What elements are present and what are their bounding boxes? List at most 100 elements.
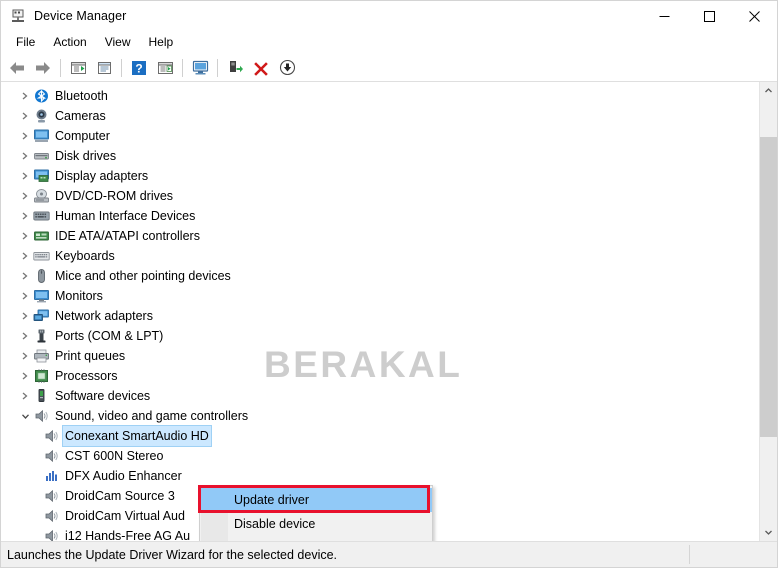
tree-node-keyboards[interactable]: Keyboards (1, 246, 759, 266)
properties-button[interactable] (92, 56, 116, 79)
tree-node-computer[interactable]: Computer (1, 126, 759, 146)
ctx-uninstall-device[interactable]: Uninstall device (200, 536, 432, 541)
tree-node-label: Network adapters (55, 309, 153, 323)
tree-node-sound-video-and-game-controllers[interactable]: Sound, video and game controllers (1, 406, 759, 426)
red-highlight-annotation (198, 485, 430, 513)
chevron-right-icon[interactable] (17, 346, 33, 366)
tree-node-label: Conexant SmartAudio HD (62, 425, 212, 447)
speaker-icon (43, 448, 60, 464)
scrollbar-thumb[interactable] (760, 137, 777, 437)
menu-help[interactable]: Help (140, 33, 183, 52)
tree-node-software-devices[interactable]: Software devices (1, 386, 759, 406)
monitor-icon (33, 288, 50, 304)
keyboard-icon (33, 248, 50, 264)
vertical-scrollbar[interactable] (759, 82, 777, 541)
tree-node-label: Sound, video and game controllers (55, 409, 249, 423)
tree-node-conexant-smartaudio-hd[interactable]: Conexant SmartAudio HD (1, 425, 759, 447)
computer-icon (33, 128, 50, 144)
chevron-right-icon[interactable] (17, 386, 33, 406)
title-bar: Device Manager (1, 1, 777, 31)
tree-node-label: Keyboards (55, 249, 115, 263)
tree-node-label: DroidCam Source 3 (65, 489, 175, 503)
scroll-down-button[interactable] (760, 524, 777, 541)
chevron-right-icon[interactable] (17, 366, 33, 386)
monitor-scan-icon (192, 60, 208, 75)
tree-node-cst-600n-stereo[interactable]: CST 600N Stereo (1, 446, 759, 466)
properties-icon (97, 61, 111, 74)
chevron-right-icon[interactable] (17, 86, 33, 106)
svg-text:?: ? (135, 61, 142, 75)
scrollbar-track[interactable] (760, 99, 777, 524)
chevron-right-icon[interactable] (17, 106, 33, 126)
printer-icon (33, 348, 50, 364)
chevron-down-icon[interactable] (17, 406, 33, 426)
chevron-right-icon[interactable] (17, 286, 33, 306)
chevron-right-icon[interactable] (17, 306, 33, 326)
software-device-icon (33, 388, 50, 404)
tree-node-label: Human Interface Devices (55, 209, 196, 223)
disable-device-button[interactable] (275, 56, 299, 79)
speaker-icon (43, 488, 60, 504)
tree-node-label: Processors (55, 369, 118, 383)
scan-hardware-changes-button[interactable] (188, 56, 212, 79)
show-hide-console-tree-button[interactable] (66, 56, 90, 79)
chevron-right-icon[interactable] (17, 186, 33, 206)
menu-action[interactable]: Action (44, 33, 95, 52)
chevron-right-icon[interactable] (17, 166, 33, 186)
content-area: Bluetooth Cameras Computer Disk drives D… (1, 82, 777, 541)
back-button[interactable] (5, 56, 29, 79)
tree-node-monitors[interactable]: Monitors (1, 286, 759, 306)
close-button[interactable] (732, 1, 777, 31)
tree-node-label: Disk drives (55, 149, 117, 163)
chevron-right-icon[interactable] (17, 206, 33, 226)
minimize-button[interactable] (642, 1, 687, 31)
forward-button[interactable] (31, 56, 55, 79)
scroll-up-button[interactable] (760, 82, 777, 99)
menu-view[interactable]: View (96, 33, 140, 52)
chevron-right-icon[interactable] (17, 146, 33, 166)
status-bar-divider (689, 545, 690, 564)
tree-node-label: Ports (COM & LPT) (55, 329, 164, 343)
tree-node-network-adapters[interactable]: Network adapters (1, 306, 759, 326)
tree-node-label: i12 Hands-Free AG Au (65, 529, 191, 541)
minimize-icon (659, 15, 670, 17)
maximize-button[interactable] (687, 1, 732, 31)
device-tree[interactable]: Bluetooth Cameras Computer Disk drives D… (1, 82, 759, 541)
toolbar-separator-4 (217, 58, 218, 77)
uninstall-device-button[interactable] (249, 56, 273, 79)
menu-file[interactable]: File (7, 33, 44, 52)
camera-icon (33, 108, 50, 124)
tree-node-label: Bluetooth (55, 89, 108, 103)
tree-node-bluetooth[interactable]: Bluetooth (1, 86, 759, 106)
tree-node-disk-drives[interactable]: Disk drives (1, 146, 759, 166)
tree-node-label: CST 600N Stereo (65, 449, 164, 463)
chevron-right-icon[interactable] (17, 246, 33, 266)
action-pane-icon (157, 61, 173, 74)
tree-node-label: Cameras (55, 109, 106, 123)
ctx-disable-device[interactable]: Disable device (200, 512, 432, 536)
chevron-right-icon[interactable] (17, 126, 33, 146)
chevron-right-icon[interactable] (17, 226, 33, 246)
tree-node-processors[interactable]: Processors (1, 366, 759, 386)
tree-node-display-adapters[interactable]: Display adapters (1, 166, 759, 186)
chevron-right-icon[interactable] (17, 266, 33, 286)
processor-icon (33, 368, 50, 384)
ctx-update-driver[interactable]: Update driver (198, 485, 432, 513)
status-bar: Launches the Update Driver Wizard for th… (1, 541, 777, 567)
tree-node-mice-and-other-pointing-devices[interactable]: Mice and other pointing devices (1, 266, 759, 286)
tree-node-print-queues[interactable]: Print queues (1, 346, 759, 366)
scroll-up-arrow-icon (765, 88, 772, 93)
chevron-right-icon[interactable] (17, 326, 33, 346)
port-icon (33, 328, 50, 344)
help-button[interactable]: ? (127, 56, 151, 79)
tree-node-human-interface-devices[interactable]: Human Interface Devices (1, 206, 759, 226)
ctx-disable-device-label: Disable device (234, 517, 316, 531)
tree-node-ports-com-lpt[interactable]: Ports (COM & LPT) (1, 326, 759, 346)
tree-node-dfx-audio-enhancer[interactable]: DFX Audio Enhancer (1, 466, 759, 486)
update-driver-button[interactable] (223, 56, 247, 79)
tree-node-cameras[interactable]: Cameras (1, 106, 759, 126)
show-hide-action-pane-button[interactable] (153, 56, 177, 79)
tree-node-dvd-cdrom-drives[interactable]: DVD/CD-ROM drives (1, 186, 759, 206)
tree-node-ide-ata-atapi-controllers[interactable]: IDE ATA/ATAPI controllers (1, 226, 759, 246)
device-manager-icon (10, 8, 26, 24)
